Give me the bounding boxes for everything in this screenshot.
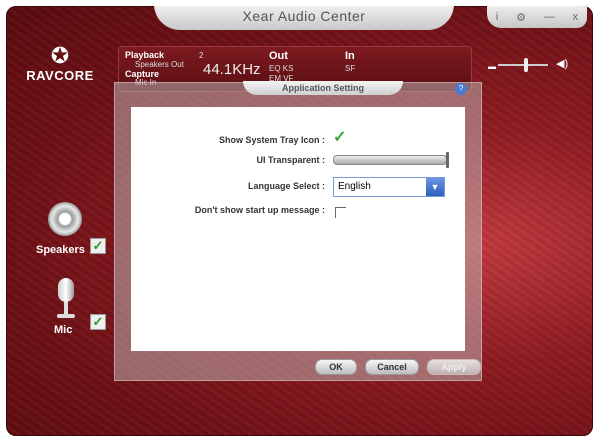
transparent-label: UI Transparent : — [256, 155, 325, 165]
settings-panel: Show System Tray Icon : ✓ UI Transparent… — [131, 107, 465, 351]
transparent-slider-thumb[interactable] — [446, 152, 449, 168]
tray-icon-checkbox[interactable]: ✓ — [333, 127, 346, 147]
speakers-checkbox[interactable]: ✓ — [90, 238, 106, 254]
sample-rate: 44.1KHz — [203, 61, 261, 78]
settings-button[interactable]: ⚙ — [516, 11, 526, 24]
logo-icon: ✪ — [50, 43, 70, 68]
speaker-volume-icon[interactable]: ◀) — [556, 57, 568, 70]
out-effects: EQ KS — [269, 64, 294, 73]
dialog-title: Application Setting — [243, 81, 403, 95]
volume-slider[interactable]: ▬ ◀) — [486, 58, 576, 72]
language-label: Language Select : — [247, 181, 325, 191]
window-title: Xear Audio Center — [154, 6, 454, 30]
in-effects: SF — [345, 64, 356, 73]
transparent-slider[interactable] — [333, 152, 449, 168]
minimize-button[interactable]: — — [544, 11, 555, 23]
out-label: Out — [269, 50, 288, 62]
language-select[interactable]: English ▼ — [333, 177, 445, 197]
language-value: English — [338, 181, 371, 192]
info-button[interactable]: i — [496, 11, 498, 23]
speaker-icon[interactable] — [48, 202, 82, 236]
mic-checkbox[interactable]: ✓ — [90, 314, 106, 330]
mic-label: Mic — [54, 324, 73, 336]
ok-button[interactable]: OK — [315, 359, 357, 375]
apply-button[interactable]: Apply — [427, 359, 481, 375]
volume-track[interactable] — [498, 64, 548, 66]
startup-checkbox[interactable] — [335, 207, 346, 218]
microphone-icon[interactable] — [56, 278, 76, 320]
system-buttons: i ⚙ — x — [487, 6, 587, 28]
playback-channels: 2 — [199, 51, 204, 60]
startup-label: Don't show start up message : — [194, 205, 325, 215]
app-window: Xear Audio Center i ⚙ — x ✪ RAVCORE Play… — [6, 6, 593, 436]
application-setting-dialog: Application Setting ? Show System Tray I… — [114, 81, 482, 381]
playback-label: Playback — [125, 50, 165, 60]
chevron-down-icon[interactable]: ▼ — [426, 178, 444, 196]
help-icon[interactable]: ? — [455, 83, 467, 95]
cancel-button[interactable]: Cancel — [365, 359, 419, 375]
volume-min-icon: ▬ — [488, 62, 496, 71]
brand-logo: ✪ RAVCORE — [24, 43, 96, 84]
playback-device: Speakers Out — [135, 60, 184, 69]
in-label: In — [345, 50, 355, 62]
volume-knob[interactable] — [524, 58, 528, 72]
tray-icon-label: Show System Tray Icon : — [218, 135, 325, 145]
close-button[interactable]: x — [573, 11, 579, 23]
speakers-label: Speakers — [36, 244, 85, 256]
brand-name: RAVCORE — [26, 68, 94, 83]
